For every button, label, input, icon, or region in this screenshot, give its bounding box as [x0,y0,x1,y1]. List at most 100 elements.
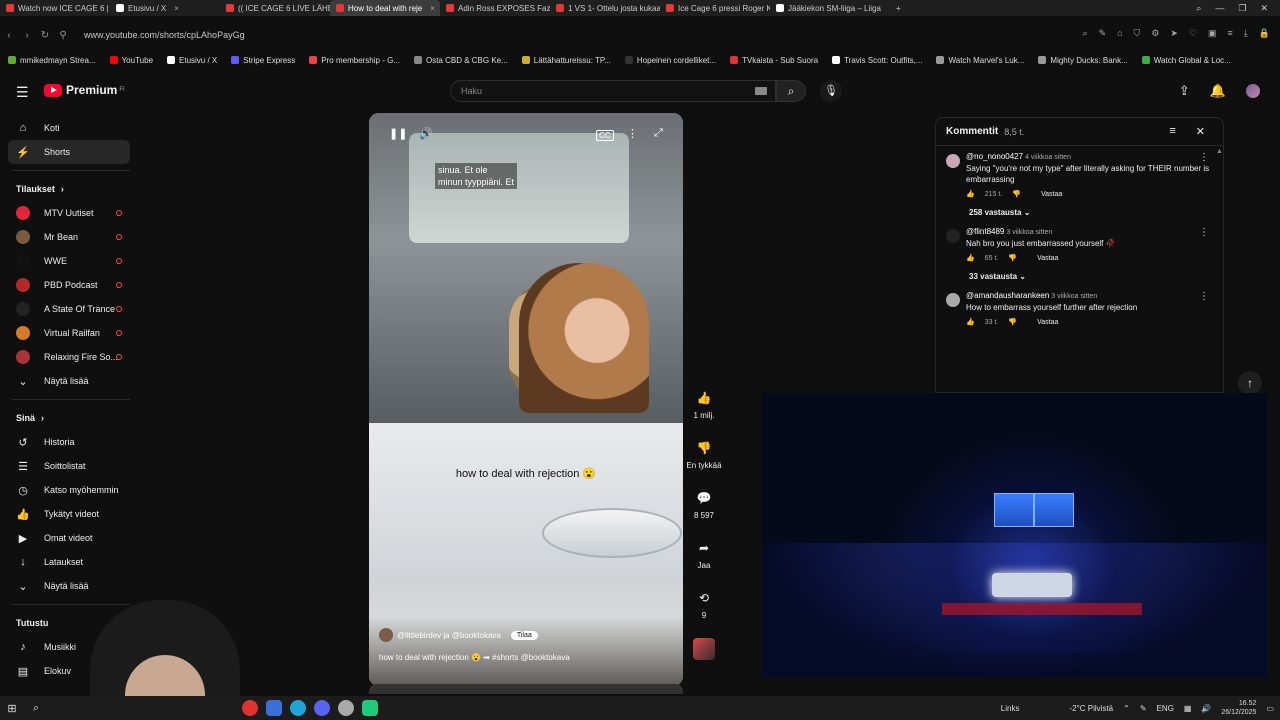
upload-icon[interactable]: ⇪ [1179,83,1190,99]
sidebar-item-playlists[interactable]: ☰ Soittolistat [0,454,140,478]
more-vert-icon[interactable]: ⋮ [1199,227,1209,238]
comment-avatar[interactable] [946,229,960,243]
show-more-subscriptions[interactable]: ⌄ Näytä lisää [0,369,140,393]
bookmark-item[interactable]: Lättähattureissu: TP... [521,56,611,65]
browser-tab[interactable]: Jääkiekon SM-liiga – Liiga× [770,0,890,16]
tab-close-icon[interactable]: × [174,4,179,13]
taskbar-search-icon[interactable]: ⌕ [24,696,48,720]
browser-tab[interactable]: Watch now ICE CAGE 6 | L× [0,0,110,16]
sidebar-item-shorts[interactable]: ⚡ Shorts [8,140,130,164]
notifications-bell-icon[interactable]: 🔔 [1210,83,1226,99]
pause-icon[interactable]: ❚❚ [389,127,407,140]
sidebar-subscription[interactable]: Mr Bean [0,225,140,249]
channel-avatar[interactable] [379,628,393,642]
edge-icon[interactable] [286,696,310,720]
bookmark-item[interactable]: Watch Global & Loc... [1141,56,1231,65]
more-vert-icon[interactable]: ⋮ [1199,291,1209,302]
download-icon[interactable]: ⤓ [1244,28,1248,39]
like-icon[interactable]: 👍 [966,254,975,262]
scroll-up-arrow-icon[interactable]: ▲ [1216,148,1223,155]
sidebar-item-downloads[interactable]: ↓ Lataukset [0,550,140,574]
volume-icon[interactable]: 🔊 [419,127,433,140]
lock-icon[interactable]: 🔒 [1259,28,1270,39]
browser-tab[interactable]: How to deal with reje × [330,0,440,16]
hamburger-menu-icon[interactable]: ☰ [16,84,29,101]
sidebar-item-your-videos[interactable]: ▶ Omat videot [0,526,140,550]
bookmark-item[interactable]: Pro membership - G... [309,56,400,65]
settings-icon[interactable]: ⚙ [1151,28,1159,39]
notification-center-icon[interactable]: ▭ [1266,704,1274,713]
bookmark-item[interactable]: mmikedmayn Strea... [8,56,96,65]
edit-icon[interactable]: ✎ [1099,28,1107,39]
send-icon[interactable]: ➤ [1170,28,1178,39]
captions-icon[interactable]: CC [596,130,614,141]
browser-tab[interactable]: (( ICE CAGE 6 LIVE LÄHE× [220,0,330,16]
sidebar-subscription[interactable]: Virtual Railfan [0,321,140,345]
discord-icon[interactable] [310,696,334,720]
like-icon[interactable]: 👍 [966,190,975,198]
video-description[interactable]: how to deal with rejection 😮 ➡ #shorts @… [379,653,570,662]
new-tab-icon[interactable]: + [890,0,907,16]
pip-video-arena[interactable] [762,393,1267,678]
comments-button[interactable]: 💬 8 597 [685,488,723,520]
dislike-icon[interactable]: 👎 [1012,190,1021,198]
sidebar-subscription[interactable]: PBD Podcast [0,273,140,297]
sort-icon[interactable]: ≡ [1169,125,1175,138]
opera-icon[interactable] [238,696,262,720]
next-short-peek[interactable] [369,684,683,694]
channel-name[interactable]: @littlebirdev ja @booktokava [397,631,501,640]
more-vert-icon[interactable]: ⋮ [1199,152,1209,163]
like-button[interactable]: 👍 1 milj. [685,388,723,420]
network-icon[interactable]: ▦ [1184,704,1192,713]
wallet-icon[interactable]: ▣ [1208,28,1217,39]
weather-widget[interactable]: -2°C Pilvistä [1069,704,1113,713]
bookmark-item[interactable]: Stripe Express [231,56,295,65]
language-indicator[interactable]: ENG [1157,704,1174,713]
sound-thumbnail[interactable] [693,638,715,660]
sidebar-subscription[interactable]: MTV Uutiset [0,201,140,225]
voice-search-button[interactable]: 🎙 [820,80,842,102]
reload-icon[interactable]: ↻ [36,30,54,41]
comment-avatar[interactable] [946,154,960,168]
view-replies-button[interactable]: 258 vastausta ⌄ [969,208,1223,217]
close-window-icon[interactable]: ✕ [1260,3,1268,14]
extension-icon[interactable]: ⌂ [1117,28,1122,39]
share-button[interactable]: ➦ Jaa [685,538,723,570]
chevron-up-icon[interactable]: ⌃ [1123,704,1130,713]
show-more-you[interactable]: ⌄ Näytä lisää [0,574,140,598]
url-field[interactable]: www.youtube.com/shorts/cpLAhoPayGg [84,30,245,40]
browser-tab[interactable]: Ice Cage 6 pressi Roger Ka× [660,0,770,16]
youtube-premium-logo[interactable]: Premium FI [44,83,125,97]
browser-tab[interactable]: Etusivu / X × [110,0,220,16]
links-toolbar[interactable]: Links [1001,704,1020,713]
app-icon[interactable] [262,696,286,720]
dislike-icon[interactable]: 👎 [1008,254,1017,262]
back-icon[interactable]: ‹ [0,30,18,41]
comment-author[interactable]: @flint8489 [966,227,1004,236]
comment-author[interactable]: @amandausharankeen [966,291,1049,300]
sidebar-item-home[interactable]: ⌂ Koti [0,116,140,140]
bookmark-item[interactable]: Watch Marvel's Luk... [936,56,1024,65]
view-replies-button[interactable]: 33 vastausta ⌄ [969,272,1223,281]
clock[interactable]: 16.52 26/12/2025 [1221,699,1256,717]
search-button[interactable]: ⌕ [776,80,806,102]
maximize-icon[interactable]: ❐ [1238,3,1246,14]
sidebar-subscription[interactable]: Relaxing Fire So... [0,345,140,369]
shield-icon[interactable]: ⛉ [1134,28,1141,39]
bookmark-item[interactable]: Mighty Ducks: Bank... [1038,56,1128,65]
minimize-icon[interactable]: — [1215,3,1224,13]
like-icon[interactable]: 👍 [966,318,975,326]
sidebar-item-history[interactable]: ↺ Historia [0,430,140,454]
remix-button[interactable]: ⟲ 9 [685,588,723,620]
windows-start-icon[interactable]: ⊞ [0,696,24,720]
dislike-button[interactable]: 👎 En tykkää [685,438,723,470]
dislike-icon[interactable]: 👎 [1008,318,1017,326]
pen-icon[interactable]: ✎ [1140,704,1147,713]
scroll-to-top-button[interactable]: ↑ [1238,371,1262,395]
reply-button[interactable]: Vastaa [1037,255,1058,262]
shorts-player[interactable]: sinua. Et ole minun tyyppiäni. Et how to… [369,113,683,686]
bookmark-item[interactable]: Osta CBD & CBG Ke... [413,56,508,65]
reply-button[interactable]: Vastaa [1041,191,1062,198]
heart-icon[interactable]: ♡ [1189,28,1197,39]
app3-icon[interactable] [358,696,382,720]
